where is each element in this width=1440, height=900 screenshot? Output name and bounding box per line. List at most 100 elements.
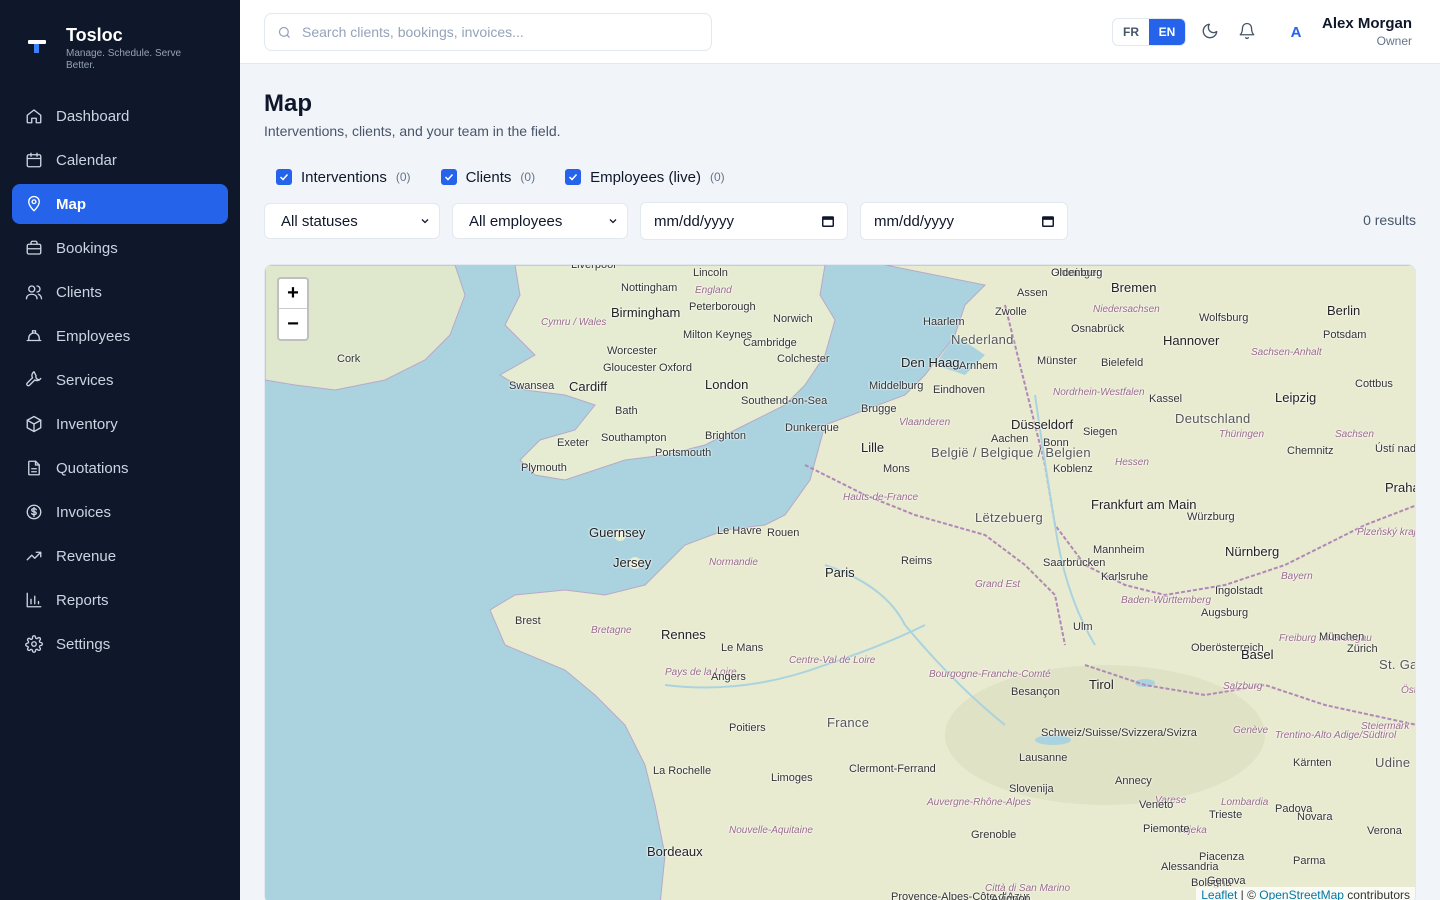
- sidebar-item-bookings[interactable]: Bookings: [12, 228, 228, 268]
- map-place-label: Angers: [711, 671, 746, 683]
- map-place-label: Jersey: [613, 555, 652, 570]
- avatar[interactable]: A: [1284, 20, 1308, 44]
- bar-chart-icon: [24, 590, 44, 610]
- sidebar-item-label: Revenue: [56, 547, 117, 565]
- map-place-label: La Rochelle: [653, 765, 712, 777]
- layer-toggle-interventions[interactable]: Interventions (0): [276, 169, 411, 186]
- map-place-label: Alessandria: [1161, 861, 1219, 873]
- sidebar-item-label: Dashboard: [56, 107, 130, 125]
- map-place-label: Bourgogne-Franche-Comté: [929, 669, 1051, 680]
- brand-tagline: Manage. Schedule. Serve Better.: [66, 48, 182, 71]
- map-place-label: Haarlem: [923, 316, 965, 328]
- lang-en-button[interactable]: EN: [1149, 19, 1185, 45]
- calendar-icon[interactable]: [1041, 214, 1055, 228]
- map-place-label: Parma: [1293, 855, 1326, 867]
- map-place-label: Hauts-de-France: [843, 492, 919, 503]
- map-place-label: Mons: [883, 463, 910, 475]
- map-pin-icon: [24, 194, 44, 214]
- map-place-label: Lausanne: [1019, 752, 1068, 764]
- map-place-label: Verona: [1367, 825, 1402, 837]
- search-input[interactable]: [302, 24, 692, 40]
- brand[interactable]: Tosloc Manage. Schedule. Serve Better.: [0, 0, 240, 96]
- map-place-label: Poitiers: [729, 722, 766, 734]
- map-place-label: Swansea: [509, 380, 555, 392]
- user-menu[interactable]: Alex Morgan Owner: [1322, 15, 1412, 49]
- map-place-label: Mannheim: [1093, 544, 1145, 556]
- sidebar-item-label: Invoices: [56, 503, 112, 521]
- layer-count: (0): [520, 170, 536, 184]
- dollar-icon: [24, 502, 44, 522]
- map-place-label: Baden-Württemberg: [1121, 595, 1212, 606]
- sidebar-item-label: Quotations: [56, 459, 129, 477]
- status-select[interactable]: All statuses: [264, 203, 440, 239]
- main-content: Map Interventions, clients, and your tea…: [264, 64, 1416, 240]
- map-place-label: Karlsruhe: [1101, 571, 1149, 583]
- map-place-label: Schweiz/Suisse/Svizzera/Svizra: [1041, 727, 1197, 739]
- map-place-label: Leipzig: [1275, 390, 1317, 405]
- employee-select[interactable]: All employees: [452, 203, 628, 239]
- layer-toggle-clients[interactable]: Clients (0): [440, 169, 536, 186]
- calendar-icon[interactable]: [821, 214, 835, 228]
- sidebar-item-label: Reports: [56, 591, 109, 609]
- zoom-out-button[interactable]: −: [279, 309, 307, 339]
- sidebar-item-map[interactable]: Map: [12, 184, 228, 224]
- check-icon: [444, 173, 453, 181]
- sidebar-item-calendar[interactable]: Calendar: [12, 140, 228, 180]
- map-place-label: Normandie: [709, 557, 758, 568]
- map-place-label: Cardiff: [569, 379, 608, 394]
- sidebar-item-employees[interactable]: Employees: [12, 316, 228, 356]
- map-place-label: Nouvelle-Aquitaine: [729, 825, 813, 836]
- user-name: Alex Morgan: [1321, 15, 1412, 32]
- map-place-label: Slovenija: [1009, 783, 1054, 795]
- map-view[interactable]: + − Liverpool Lincoln Nottingham England Bir…: [264, 264, 1416, 900]
- brand-logo-icon: [26, 37, 50, 61]
- date-to-input[interactable]: mm/dd/yyyy: [860, 202, 1068, 240]
- map-place-label: Le Havre: [717, 525, 762, 537]
- map-place-label: Bremen: [1111, 280, 1157, 295]
- map-place-label: Veneto: [1139, 799, 1174, 811]
- map-place-label: Rouen: [767, 527, 800, 539]
- search-box[interactable]: [264, 13, 712, 51]
- leaflet-link[interactable]: Leaflet: [1201, 888, 1237, 900]
- map-place-label: Ingolstadt: [1215, 585, 1263, 597]
- date-from-value: mm/dd/yyyy: [654, 212, 735, 230]
- map-place-label: Centre-Val de Loire: [789, 655, 876, 666]
- map-place-label: Genève: [1233, 725, 1269, 736]
- checkbox[interactable]: [276, 169, 292, 185]
- lang-fr-button[interactable]: FR: [1113, 19, 1149, 45]
- map-place-label: Nederland: [951, 332, 1014, 347]
- results-count: 0 results: [1363, 212, 1416, 228]
- osm-link[interactable]: OpenStreetMap: [1259, 888, 1344, 900]
- sidebar-item-revenue[interactable]: Revenue: [12, 536, 228, 576]
- map-place-label: Bonn: [1043, 437, 1069, 449]
- map-place-label: Koblenz: [1053, 463, 1093, 475]
- map-place-label: Cork: [337, 353, 361, 365]
- sidebar-item-inventory[interactable]: Inventory: [12, 404, 228, 444]
- sidebar-item-services[interactable]: Services: [12, 360, 228, 400]
- map-place-label: England: [695, 285, 732, 296]
- map-place-label: Potsdam: [1323, 329, 1367, 341]
- sidebar-item-dashboard[interactable]: Dashboard: [12, 96, 228, 136]
- sidebar-item-quotations[interactable]: Quotations: [12, 448, 228, 488]
- map-place-label: Bayern: [1281, 571, 1313, 582]
- map-place-label: Nordrhein-Westfalen: [1053, 387, 1145, 398]
- map-place-label: Kassel: [1149, 393, 1183, 405]
- zoom-in-button[interactable]: +: [279, 279, 307, 309]
- layer-toggle-employees[interactable]: Employees (live) (0): [565, 169, 725, 186]
- notifications-button[interactable]: [1236, 20, 1258, 42]
- map-place-label: Oxford: [659, 362, 693, 374]
- map-place-label: Grand Est: [975, 579, 1021, 590]
- sidebar-item-reports[interactable]: Reports: [12, 580, 228, 620]
- sidebar-item-label: Calendar: [56, 151, 117, 169]
- checkbox[interactable]: [440, 169, 457, 185]
- sidebar-item-invoices[interactable]: Invoices: [12, 492, 228, 532]
- date-from-input[interactable]: mm/dd/yyyy: [640, 202, 848, 240]
- map-place-label: Sachsen: [1335, 429, 1374, 440]
- language-switcher: FR EN: [1112, 18, 1186, 46]
- sidebar-item-label: Inventory: [56, 415, 118, 433]
- sidebar-item-settings[interactable]: Settings: [12, 624, 228, 664]
- map-place-label: Padova: [1275, 803, 1313, 815]
- dark-mode-toggle[interactable]: [1199, 20, 1221, 42]
- sidebar-item-clients[interactable]: Clients: [12, 272, 228, 312]
- checkbox[interactable]: [565, 169, 582, 185]
